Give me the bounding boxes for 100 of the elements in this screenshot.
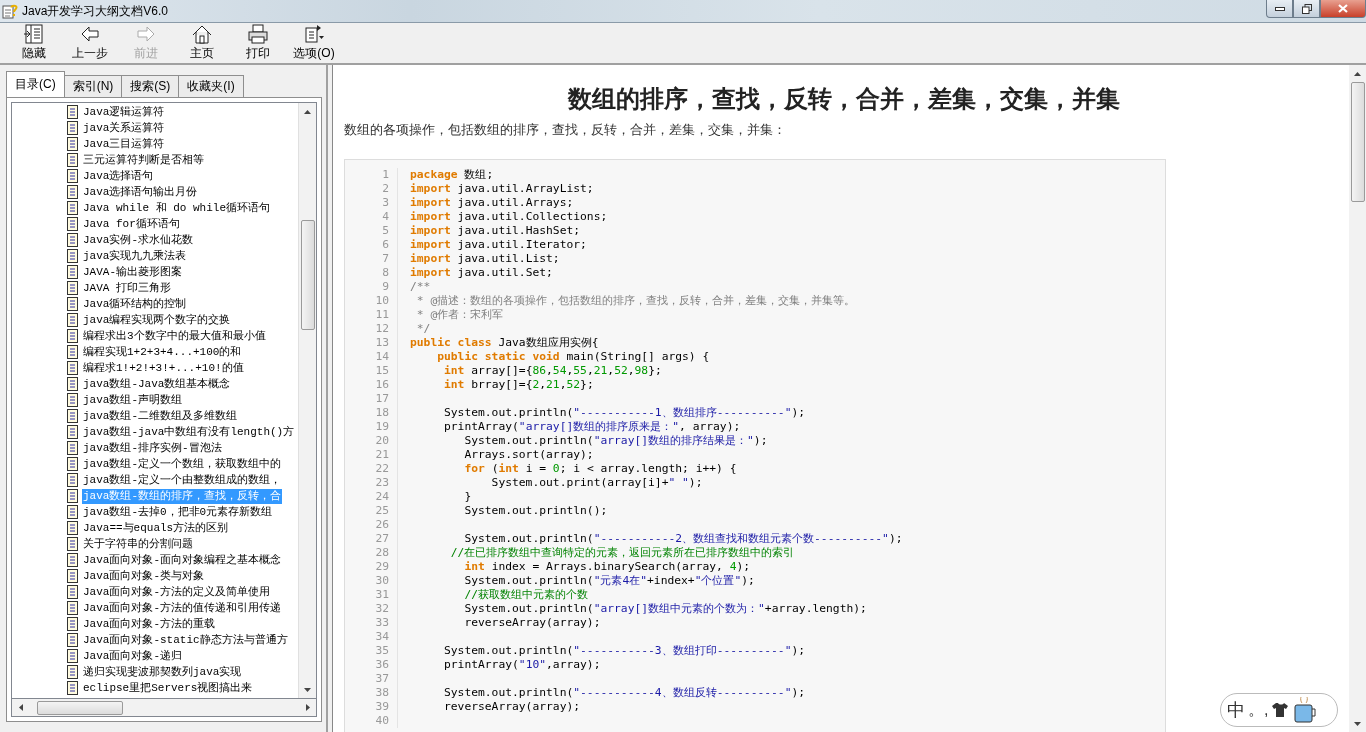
tree-item[interactable]: java数组-java中数组有没有length()方 xyxy=(82,424,296,440)
code-line: System.out.print(array[i]+" "); xyxy=(490,476,703,490)
tree-item[interactable]: Java面向对象-类与对象 xyxy=(82,568,205,584)
document-icon xyxy=(66,329,79,343)
tree-item[interactable]: Java面向对象-递归 xyxy=(82,648,183,664)
document-icon xyxy=(66,377,79,391)
document-icon xyxy=(66,473,79,487)
close-button[interactable] xyxy=(1320,0,1366,18)
document-icon xyxy=(66,665,79,679)
tree-item[interactable]: Java for循环语句 xyxy=(82,216,181,232)
tree-item[interactable]: java数组-定义一个数组，获取数组中的 xyxy=(82,456,282,472)
tree-item[interactable]: Java循环结构的控制 xyxy=(82,296,188,312)
tree-item[interactable]: java数组-声明数组 xyxy=(82,392,183,408)
tree-item[interactable]: JAVA-输出菱形图案 xyxy=(82,264,183,280)
back-arrow-icon xyxy=(79,24,101,44)
down-arrow-icon xyxy=(1354,721,1361,726)
line-number: 33 xyxy=(345,616,398,630)
tree-item[interactable]: 关于字符串的分割问题 xyxy=(82,536,194,552)
scroll-thumb[interactable] xyxy=(37,700,123,715)
scroll-thumb[interactable] xyxy=(300,220,315,330)
code-line: import java.util.ArrayList; xyxy=(410,182,594,196)
tree-item[interactable]: java数组-去掉0，把非0元素存新数组 xyxy=(82,504,274,520)
line-number: 3 xyxy=(345,196,398,210)
code-line: System.out.println("-----------4、数组反转----------"); xyxy=(443,686,806,700)
tree-item[interactable]: Java逻辑运算符 xyxy=(82,104,166,120)
document-icon xyxy=(66,201,79,215)
printer-icon xyxy=(247,24,269,44)
shirt-icon[interactable] xyxy=(1271,702,1290,718)
restore-button[interactable] xyxy=(1293,0,1320,18)
tree-item[interactable]: java编程实现两个数字的交换 xyxy=(82,312,232,328)
toolbar-button[interactable]: 选项(O) xyxy=(286,23,342,63)
tab[interactable]: 索引(N) xyxy=(63,75,123,97)
tree-item[interactable]: Java面向对象-方法的定义及简单使用 xyxy=(82,584,271,600)
tree-item[interactable]: eclipse里把Servers视图搞出来 xyxy=(82,680,254,696)
tree-item[interactable]: java数组-Java数组基本概念 xyxy=(82,376,232,392)
document-icon xyxy=(66,425,79,439)
scrollbar[interactable] xyxy=(11,699,317,717)
scroll-thumb[interactable] xyxy=(1350,82,1365,202)
line-number: 8 xyxy=(345,266,398,280)
tab[interactable]: 收藏夹(I) xyxy=(178,75,244,97)
line-number: 25 xyxy=(345,504,398,518)
line-number: 31 xyxy=(345,588,398,602)
tree-item[interactable]: java数组-排序实例-冒泡法 xyxy=(82,440,223,456)
input-mode-toggle[interactable]: 中 xyxy=(1227,698,1245,722)
tree-item[interactable]: JAVA 打印三角形 xyxy=(82,280,172,296)
line-number: 40 xyxy=(345,714,398,728)
line-number: 35 xyxy=(345,644,398,658)
document-icon xyxy=(66,185,79,199)
tree-item[interactable]: 编程实现1+2+3+4...+100的和 xyxy=(82,344,243,360)
document-icon xyxy=(66,105,79,119)
tree-item[interactable]: Java面向对象-面向对象编程之基本概念 xyxy=(82,552,282,568)
document-icon xyxy=(66,633,79,647)
tree-item[interactable]: 三元运算符判断是否相等 xyxy=(82,152,205,168)
document-icon xyxy=(66,617,79,631)
tree-item[interactable]: Java面向对象-方法的重载 xyxy=(82,616,216,632)
code-line: /** xyxy=(410,280,431,294)
toolbar-button[interactable]: 隐藏 xyxy=(6,23,62,63)
tree-item[interactable]: Java面向对象-方法的值传递和引用传递 xyxy=(82,600,282,616)
up-arrow-icon xyxy=(1354,71,1361,76)
toolbar-button[interactable]: 主页 xyxy=(174,23,230,63)
line-number: 19 xyxy=(345,420,398,434)
scrollbar[interactable] xyxy=(1349,65,1366,732)
toolbar-button[interactable]: 打印 xyxy=(230,23,286,63)
tree-item[interactable]: Java面向对象-static静态方法与普通方 xyxy=(82,632,289,648)
tree-item[interactable]: 递归实现斐波那契数列java实现 xyxy=(82,664,243,680)
code-line: printArray("10",array); xyxy=(443,658,601,672)
line-number: 27 xyxy=(345,532,398,546)
tree-item[interactable]: Java选择语句输出月份 xyxy=(82,184,199,200)
tree-item[interactable]: 编程求出3个数字中的最大值和最小值 xyxy=(82,328,267,344)
tree-item[interactable]: java实现九九乘法表 xyxy=(82,248,188,264)
document-icon xyxy=(66,361,79,375)
tree-item[interactable]: Java三目运算符 xyxy=(82,136,166,152)
tree-item[interactable]: java关系运算符 xyxy=(82,120,166,136)
document-icon xyxy=(66,249,79,263)
code-line: package 数组; xyxy=(410,168,494,182)
code-line: int index = Arrays.binarySearch(array, 4); xyxy=(463,560,751,574)
code-line: public static void main(String[] args) { xyxy=(436,350,710,364)
document-icon xyxy=(66,121,79,135)
toolbar-button[interactable]: 上一步 xyxy=(62,23,118,63)
code-line: int brray[]={2,21,52}; xyxy=(443,378,594,392)
code-line: } xyxy=(463,490,472,504)
document-icon xyxy=(66,393,79,407)
tree-item[interactable]: java数组-定义一个由整数组成的数组， xyxy=(82,472,282,488)
tree-item[interactable]: Java实例-求水仙花数 xyxy=(82,232,194,248)
tree-item[interactable]: Java while 和 do while循环语句 xyxy=(82,200,272,216)
punctuation-toggle[interactable]: 。, xyxy=(1248,699,1269,721)
tree-item[interactable]: Java选择语句 xyxy=(82,168,155,184)
minimize-button[interactable] xyxy=(1266,0,1293,18)
tab[interactable]: 搜索(S) xyxy=(121,75,180,97)
document-icon xyxy=(66,281,79,295)
mug-icon[interactable] xyxy=(1292,696,1319,724)
document-icon xyxy=(66,569,79,583)
tab[interactable]: 目录(C) xyxy=(6,71,65,97)
document-icon xyxy=(66,441,79,455)
tree-item[interactable]: java数组-二维数组及多维数组 xyxy=(82,408,238,424)
document-icon xyxy=(66,521,79,535)
line-number: 32 xyxy=(345,602,398,616)
tree-item[interactable]: Java==与equals方法的区别 xyxy=(82,520,230,536)
code-line: printArray("array[]数组的排序原来是：", array); xyxy=(443,420,741,434)
tree-item[interactable]: 编程求1!+2!+3!+...+10!的值 xyxy=(82,360,245,376)
